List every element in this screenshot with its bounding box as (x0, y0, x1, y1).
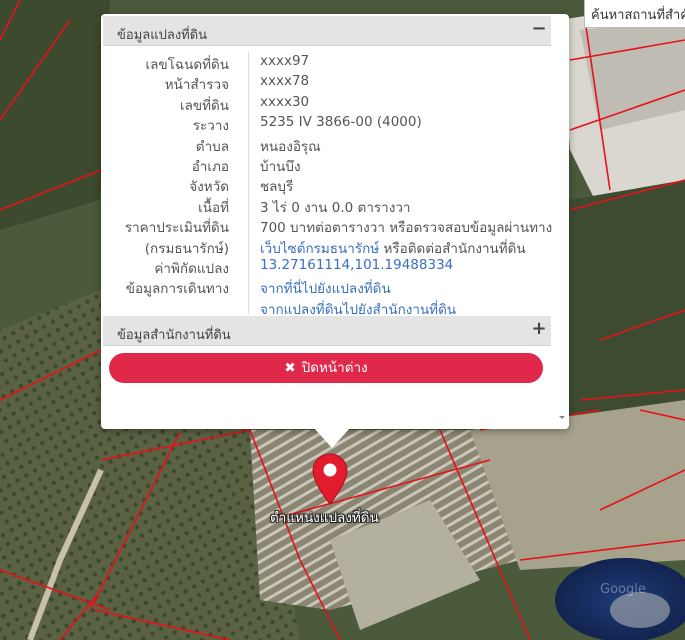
info-value: xxxx78 (260, 73, 310, 90)
expand-icon[interactable]: + (529, 319, 549, 339)
info-row-land-number: เลขที่ดิน xxxx30 (101, 93, 561, 114)
info-row-province: จังหวัด ชลบุรี (101, 174, 561, 195)
collapse-icon[interactable]: − (529, 19, 549, 39)
parcel-info-table: เลขโฉนดที่ดิน xxxx97 หน้าสำรวจ xxxx78 เล… (101, 52, 561, 318)
info-row-district: อำเภอ บ้านบึง (101, 154, 561, 175)
popup-scrollbar[interactable] (553, 30, 569, 425)
info-row-travel-office: จากแปลงที่ดินไปยังสำนักงานที่ดิน (101, 297, 561, 318)
info-row-appraisal-price: ราคาประเมินที่ดิน 700 บาทต่อตารางวา หรือ… (101, 215, 561, 236)
close-window-button[interactable]: ✖ ปิดหน้าต่าง (109, 353, 543, 383)
section-header-parcel-info[interactable]: ข้อมูลแปลงที่ดิน − (103, 16, 551, 46)
section-header-land-office[interactable]: ข้อมูลสำนักงานที่ดิน + (103, 316, 551, 346)
info-value-suffix: หรือติดต่อสำนักงานที่ดิน (379, 240, 526, 257)
info-row-travel: ข้อมูลการเดินทาง จากที่นี่ไปยังแปลงที่ดิ… (101, 276, 561, 297)
info-value: 5235 IV 3866-00 (4000) (260, 114, 422, 131)
popup-pointer (314, 428, 350, 448)
coordinates-link[interactable]: 13.27161114,101.19488334 (260, 257, 453, 273)
info-value: xxxx97 (260, 53, 310, 69)
search-input[interactable]: ค้นหาสถานที่สำคัญ (584, 0, 685, 28)
scroll-down-icon[interactable] (559, 416, 565, 419)
info-row-coordinates: ค่าพิกัดแปลง 13.27161114,101.19488334 (101, 256, 561, 277)
marker-label: ตำแหน่งแปลงที่ดิน (270, 510, 379, 526)
info-row-deed-number: เลขโฉนดที่ดิน xxxx97 (101, 52, 561, 73)
info-row-survey-page: หน้าสำรวจ xxxx78 (101, 72, 561, 93)
close-window-label: ปิดหน้าต่าง (301, 360, 368, 376)
info-row-map-sheet: ระวาง 5235 IV 3866-00 (4000) (101, 113, 561, 134)
section-title-parcel-info: ข้อมูลแปลงที่ดิน (117, 28, 208, 43)
map-pin-icon[interactable] (312, 453, 348, 505)
map-watermark: Google (600, 582, 646, 597)
info-row-subdistrict: ตำบล หนองอิรุณ (101, 134, 561, 155)
info-value: xxxx30 (260, 93, 310, 110)
section-title-land-office: ข้อมูลสำนักงานที่ดิน (117, 328, 231, 343)
treasury-website-link[interactable]: เว็บไซต์กรมธนารักษ์ (260, 241, 379, 257)
info-row-area: เนื้อที่ 3 ไร่ 0 งาน 0.0 ตารางวา (101, 195, 561, 216)
parcel-info-popup: ข้อมูลแปลงที่ดิน − เลขโฉนดที่ดิน xxxx97 … (101, 14, 569, 429)
info-row-treasury: (กรมธนารักษ์) เว็บไซต์กรมธนารักษ์ หรือติ… (101, 236, 561, 257)
close-icon: ✖ (284, 360, 296, 376)
